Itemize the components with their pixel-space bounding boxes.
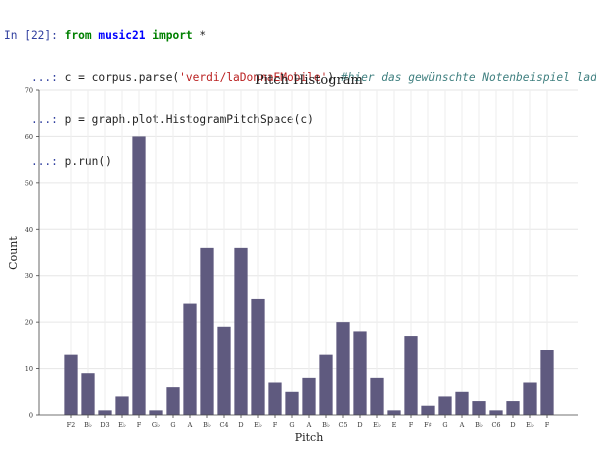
y-tick-label: 70 bbox=[25, 87, 33, 95]
y-axis-label: Count bbox=[7, 236, 20, 270]
bar bbox=[404, 336, 418, 415]
x-tick-label: A bbox=[459, 421, 465, 429]
bar bbox=[251, 298, 265, 415]
x-tick-label: B♭ bbox=[322, 421, 330, 429]
bar bbox=[200, 247, 214, 415]
bar bbox=[421, 405, 435, 415]
bar bbox=[472, 401, 486, 415]
y-tick-label: 40 bbox=[25, 226, 33, 234]
x-tick-label: B♭ bbox=[84, 421, 92, 429]
x-tick-label: G bbox=[289, 421, 294, 429]
x-tick-label: C5 bbox=[338, 421, 347, 429]
import-star: * bbox=[199, 29, 207, 42]
bar bbox=[217, 326, 231, 415]
x-axis-label: Pitch bbox=[295, 431, 324, 444]
x-tick-label: E♭ bbox=[373, 421, 381, 429]
module-name: music21 bbox=[98, 29, 146, 42]
x-tick-labels: F2 B♭ D3 E♭ F G♭ G A B♭ C4 D E♭ F G A B♭ C5 D E♭ E F F♯ G A B♭ C6… bbox=[67, 421, 550, 429]
bar bbox=[132, 136, 146, 415]
x-tick-label: G♭ bbox=[152, 421, 160, 429]
x-tick-label: G bbox=[170, 421, 175, 429]
bar bbox=[149, 410, 163, 415]
x-tick-label: E bbox=[392, 421, 397, 429]
x-tick-label: B♭ bbox=[475, 421, 483, 429]
x-tick-label: E♭ bbox=[254, 421, 262, 429]
bar bbox=[285, 391, 299, 415]
bar bbox=[183, 303, 197, 415]
x-tick-label: F bbox=[137, 421, 142, 429]
pitch-histogram-chart: Pitch Histogram 0 10 20 30 40 50 60 70 F2 B♭ D3 E♭… bbox=[7, 73, 578, 444]
bar bbox=[489, 410, 503, 415]
bar bbox=[540, 350, 554, 415]
y-tick-label: 0 bbox=[29, 412, 33, 420]
bar bbox=[98, 410, 112, 415]
bar bbox=[319, 354, 333, 415]
code-line-1: In [22]: from music21 import * bbox=[4, 29, 594, 43]
x-tick-label: E♭ bbox=[118, 421, 126, 429]
x-tick-label: C6 bbox=[491, 421, 500, 429]
bar bbox=[370, 377, 384, 415]
bar bbox=[64, 354, 78, 415]
y-tick-label: 50 bbox=[25, 179, 33, 187]
input-prompt: In [22]: bbox=[4, 29, 58, 42]
bar bbox=[336, 322, 350, 415]
x-tick-label: F bbox=[409, 421, 414, 429]
chart-title: Pitch Histogram bbox=[255, 73, 363, 88]
y-tick-label: 20 bbox=[25, 319, 33, 327]
y-tick-label: 10 bbox=[25, 365, 33, 373]
x-tick-label: C4 bbox=[219, 421, 228, 429]
bar bbox=[115, 396, 129, 415]
x-tick-label: D bbox=[510, 421, 515, 429]
x-tick-label: A bbox=[187, 421, 193, 429]
bar bbox=[523, 382, 537, 415]
grid-lines bbox=[39, 89, 578, 415]
keyword-import: import bbox=[152, 29, 193, 42]
x-tick-label: G bbox=[442, 421, 447, 429]
x-tick-label: D bbox=[238, 421, 243, 429]
bar bbox=[387, 410, 401, 415]
bar bbox=[438, 396, 452, 415]
y-tick-label: 30 bbox=[25, 272, 33, 280]
x-tick-label: A bbox=[306, 421, 312, 429]
x-tick-label: F2 bbox=[67, 421, 76, 429]
x-tick-label: F bbox=[273, 421, 278, 429]
y-tick-label: 60 bbox=[25, 133, 33, 141]
output-figure: Pitch Histogram 0 10 20 30 40 50 60 70 F2 B♭ D3 E♭… bbox=[0, 68, 596, 452]
x-tick-label: D3 bbox=[100, 421, 109, 429]
bar bbox=[234, 247, 248, 415]
bar bbox=[353, 331, 367, 415]
x-tick-label: F bbox=[545, 421, 550, 429]
x-tick-label: B♭ bbox=[203, 421, 211, 429]
y-tick-labels: 0 10 20 30 40 50 60 70 bbox=[25, 87, 33, 420]
x-tick-label: D bbox=[357, 421, 362, 429]
bar bbox=[302, 377, 316, 415]
bar bbox=[455, 391, 469, 415]
keyword-from: from bbox=[64, 29, 92, 42]
bar bbox=[268, 382, 282, 415]
x-tick-label: F♯ bbox=[424, 421, 432, 429]
x-tick-label: E♭ bbox=[526, 421, 534, 429]
bar bbox=[81, 373, 95, 415]
bar bbox=[166, 387, 180, 415]
bar bbox=[506, 401, 520, 415]
